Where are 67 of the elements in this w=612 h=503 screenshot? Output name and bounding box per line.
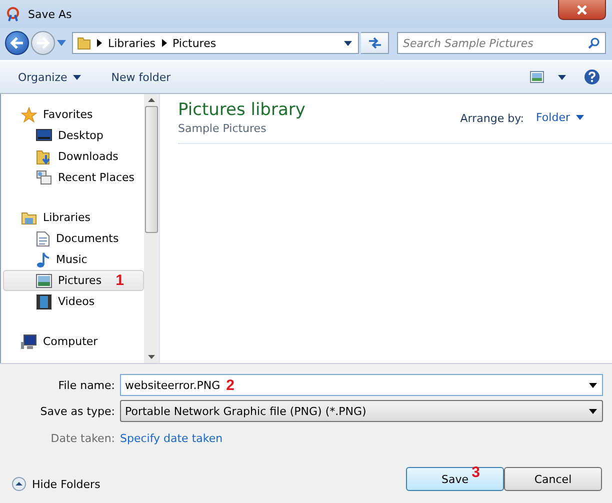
library-folder-icon (21, 210, 37, 226)
picture-icon (36, 274, 52, 288)
music-note-icon (36, 252, 50, 268)
sidebar-item[interactable]: Music (3, 249, 144, 270)
new-folder-button[interactable]: New folder (111, 68, 171, 86)
hide-folders-button[interactable]: Hide Folders (12, 477, 100, 491)
library-title: Pictures library (178, 100, 306, 120)
step-number: 3 (472, 464, 480, 481)
step-number: 2 (226, 376, 234, 394)
search-field[interactable]: Search Sample Pictures (397, 32, 606, 54)
scrollbar[interactable] (144, 94, 159, 363)
close-icon (577, 4, 587, 14)
cancel-button[interactable]: Cancel (504, 467, 602, 491)
save-as-type-dropdown[interactable]: Portable Network Graphic file (PNG) (*.PNG) (120, 400, 603, 422)
arrange-by-label: Arrange by: (460, 112, 524, 125)
dropdown-caret-icon (589, 382, 597, 388)
history-dropdown-icon[interactable] (57, 40, 66, 46)
library-subtitle: Sample Pictures (178, 122, 268, 135)
back-arrow-icon (10, 37, 24, 49)
address-bar[interactable]: Libraries Pictures (72, 32, 359, 54)
caret-icon (73, 74, 82, 80)
sidebar-heading[interactable]: Computer (43, 335, 98, 348)
sidebar-item[interactable]: Videos (3, 291, 144, 312)
star-icon (21, 106, 37, 122)
film-icon (36, 294, 52, 310)
specify-date-link[interactable]: Specify date taken (120, 432, 223, 445)
save-as-type-label: Save as type: (39, 404, 116, 418)
sidebar-heading[interactable]: Favorites (43, 108, 93, 121)
refresh-button[interactable] (361, 32, 389, 54)
arrange-by-dropdown[interactable]: Folder (536, 109, 584, 126)
folder-icon (77, 36, 91, 50)
sidebar-item[interactable]: Pictures 1 (3, 270, 144, 291)
organize-button[interactable]: Organize (18, 68, 82, 86)
close-button[interactable] (558, 0, 606, 20)
dropdown-caret-icon (589, 408, 597, 414)
scroll-up-icon[interactable] (148, 98, 155, 102)
sidebar-heading[interactable]: Libraries (43, 211, 91, 224)
view-options-icon[interactable] (530, 71, 544, 83)
help-icon[interactable] (584, 69, 600, 85)
window-title: Save As (28, 8, 72, 20)
file-name-label: File name: (57, 378, 116, 392)
collapse-icon (12, 477, 26, 491)
refresh-icon (368, 37, 382, 49)
computer-icon (21, 334, 37, 350)
breadcrumb[interactable]: Pictures (172, 36, 216, 50)
recent-places-icon (36, 170, 52, 186)
desktop-icon (36, 128, 52, 142)
caret-icon (576, 115, 584, 120)
chevron-icon (162, 39, 167, 47)
download-folder-icon (36, 148, 52, 164)
app-icon (6, 6, 22, 22)
breadcrumb[interactable]: Libraries (108, 36, 156, 50)
sidebar-item[interactable]: Downloads (3, 146, 144, 167)
date-taken-label: Date taken: (50, 432, 116, 445)
file-name-field[interactable]: websiteerror.PNG 2 (120, 374, 603, 396)
scroll-down-icon[interactable] (148, 355, 155, 359)
sidebar-item[interactable]: Desktop (3, 125, 144, 146)
search-icon (588, 37, 600, 49)
sidebar-item[interactable]: Documents (3, 228, 144, 249)
document-icon (36, 230, 50, 246)
chevron-icon (97, 39, 102, 47)
back-button[interactable] (5, 31, 29, 55)
view-caret-icon[interactable] (558, 74, 566, 80)
dropdown-caret-icon[interactable] (344, 40, 352, 46)
step-number: 1 (116, 272, 124, 289)
sidebar-item[interactable]: Recent Places (3, 167, 144, 188)
forward-arrow-icon (36, 37, 50, 49)
